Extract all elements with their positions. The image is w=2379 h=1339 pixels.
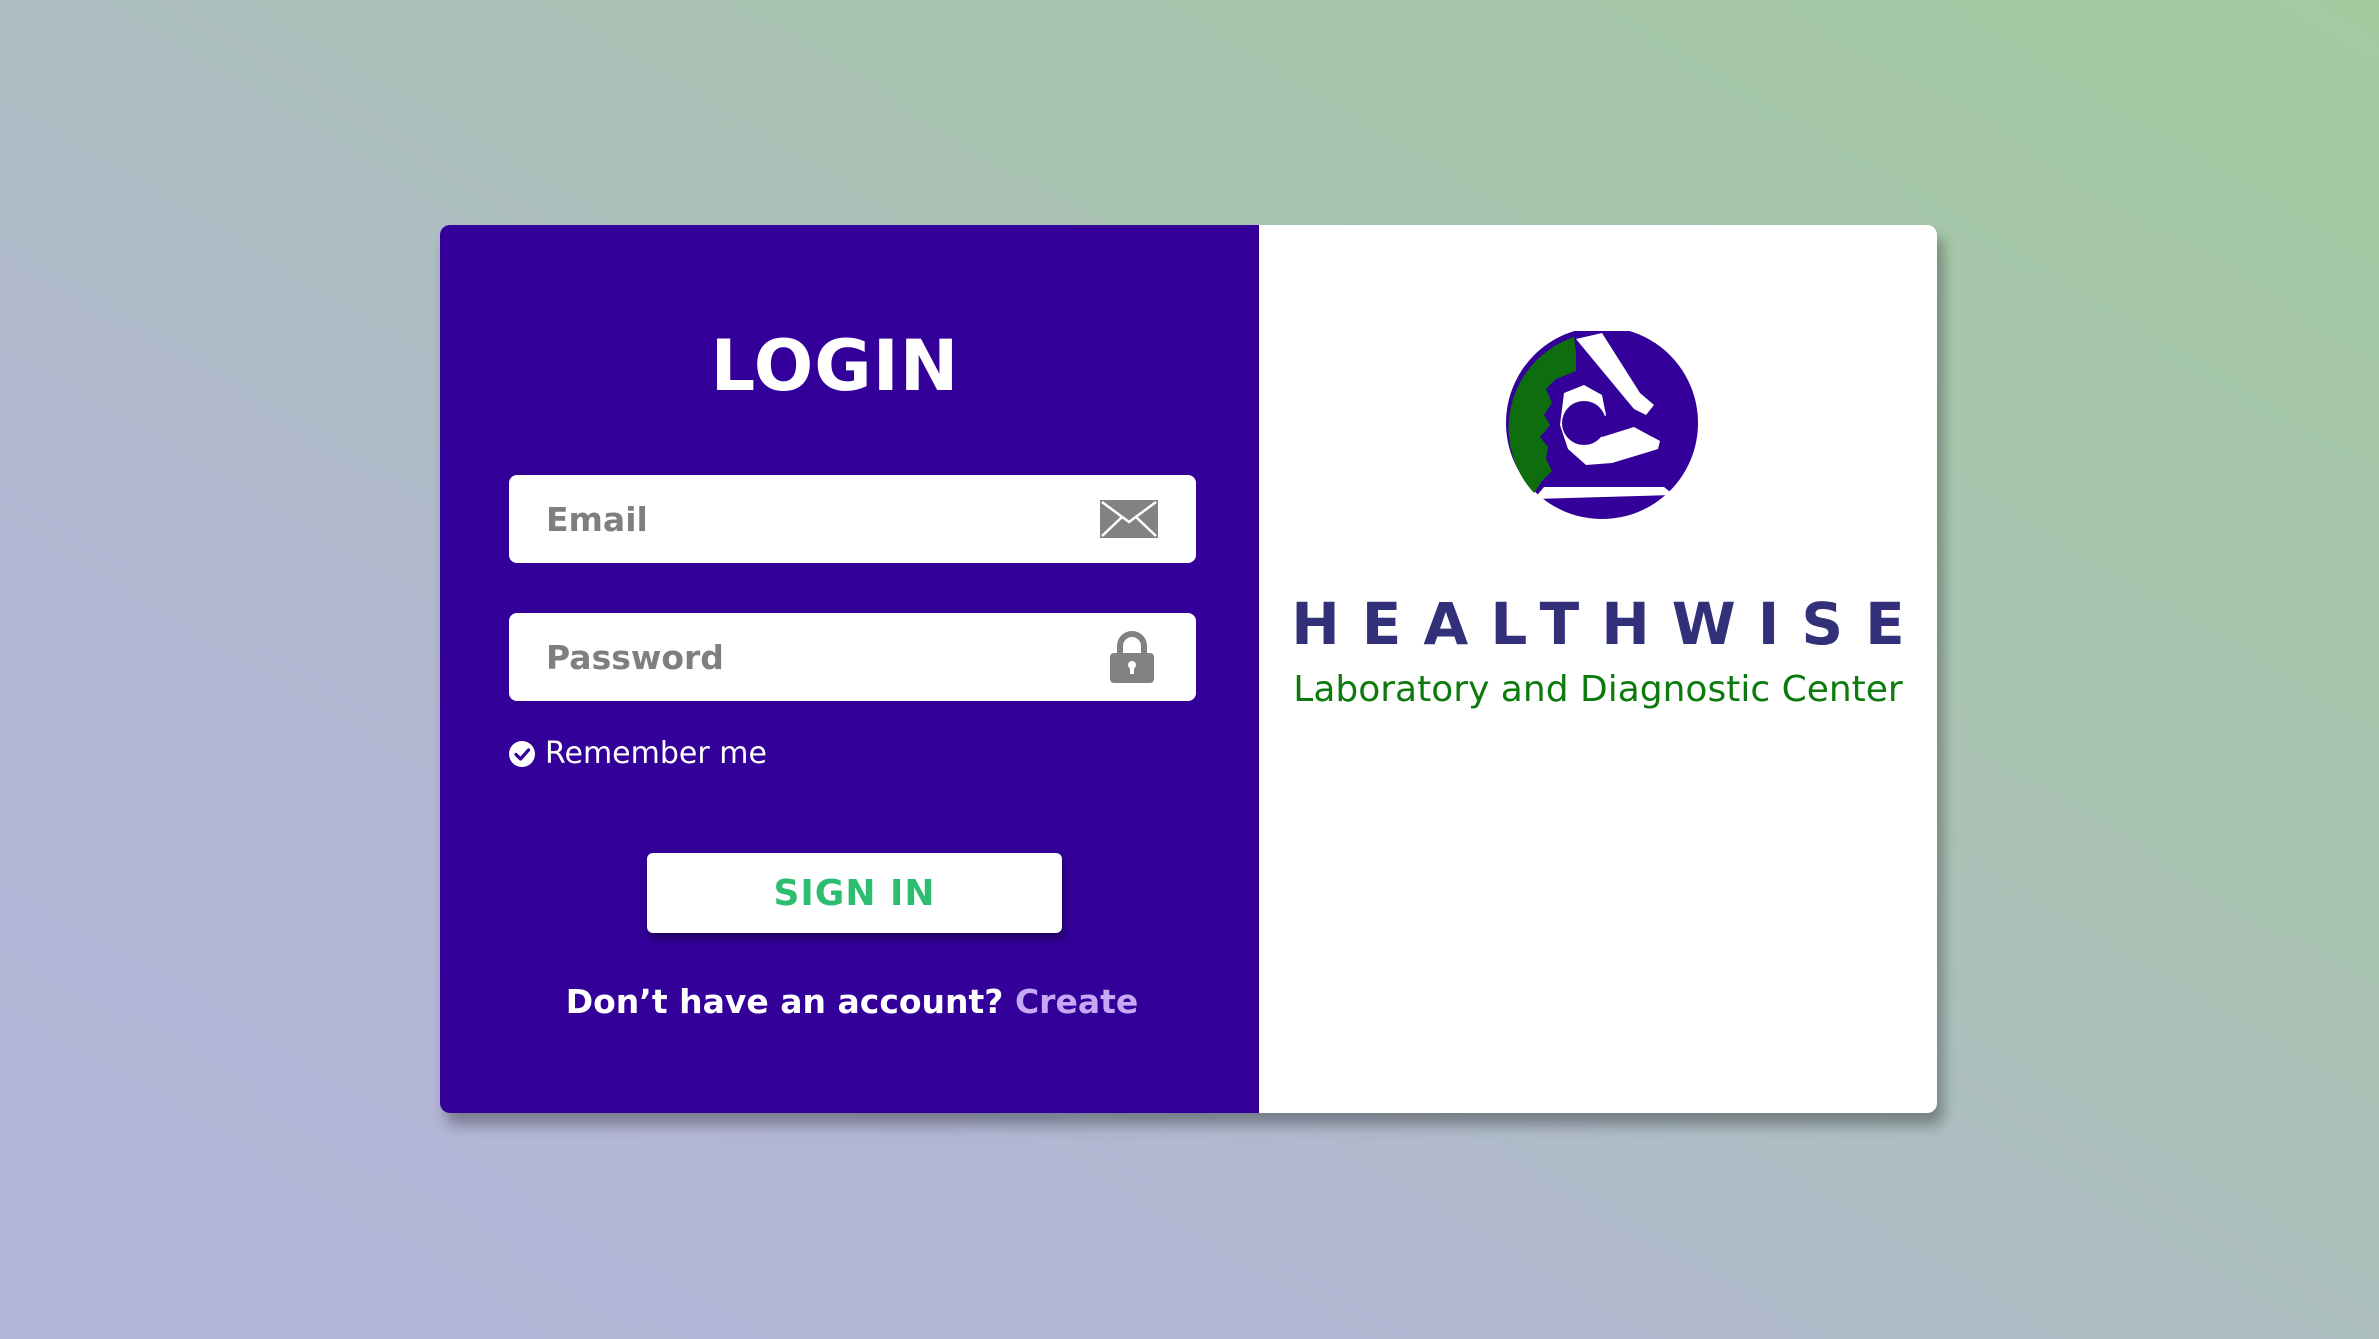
email-input[interactable]	[509, 474, 1108, 564]
login-card: LOGIN Email Remember me SIGN IN Don’t ha…	[440, 225, 1937, 1113]
create-account-link[interactable]: Create	[1015, 982, 1138, 1021]
remember-me-checkbox[interactable]: Remember me	[509, 736, 767, 771]
login-title: LOGIN	[710, 325, 960, 407]
check-circle-icon	[509, 740, 535, 767]
sign-in-button[interactable]: SIGN IN	[647, 853, 1062, 933]
password-input[interactable]	[509, 612, 1108, 702]
login-panel: LOGIN Email Remember me SIGN IN Don’t ha…	[440, 225, 1259, 1113]
email-field-container	[509, 474, 1196, 564]
no-account-text: Don’t have an account?	[565, 982, 1004, 1021]
brand-name: HEALTHWISE	[1291, 590, 1927, 658]
lock-icon	[1106, 631, 1158, 683]
remember-me-label: Remember me	[545, 736, 767, 771]
password-field-container	[509, 612, 1196, 702]
envelope-icon	[1100, 500, 1158, 538]
create-account-prompt: Don’t have an account? Create	[440, 982, 1264, 1021]
healthwise-logo-icon	[1506, 331, 1698, 519]
brand-panel: HEALTHWISE Laboratory and Diagnostic Cen…	[1259, 225, 1937, 1113]
brand-tagline: Laboratory and Diagnostic Center	[1293, 669, 1903, 710]
